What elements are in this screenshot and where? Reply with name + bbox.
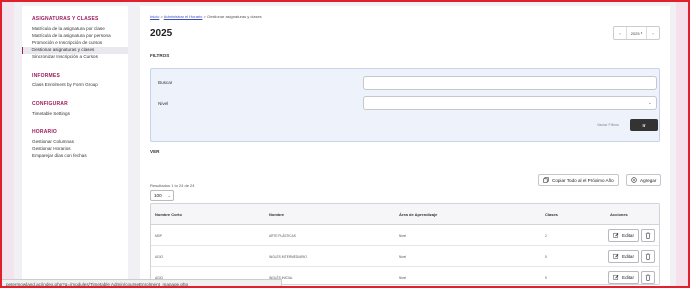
table-row: AGIO INGLÉS INTERMEDIARIO Nivel 5 Editar [151, 246, 659, 267]
sidebar-item-sincronizar[interactable]: Sincronizar Inscripción a Cursos [22, 54, 128, 61]
cell-name: INGLÉS INTERMEDIARIO [269, 255, 307, 259]
chevron-down-icon: ⌄ [647, 100, 652, 106]
trash-icon [645, 231, 651, 239]
sidebar-section-informes: INFORMES Class Enrolment by Form Group [22, 69, 128, 89]
copy-icon [543, 177, 549, 183]
edit-button[interactable]: Editar [608, 249, 640, 263]
table-row: MDP ARTE PLÁSTICAS Nivel 2 Editar [151, 225, 659, 246]
breadcrumb-separator: > [203, 14, 206, 19]
breadcrumb-current: Gestionar asignaturas y clases [206, 14, 262, 19]
pencil-icon [613, 253, 619, 259]
breadcrumb-separator: > [160, 14, 163, 19]
column-header-actions: Acciones [610, 212, 628, 217]
sidebar-item-gestionar-columnas[interactable]: Gestionar Columnas [22, 138, 128, 145]
view-heading: VER [150, 149, 160, 154]
cell-classes: 5 [545, 255, 547, 259]
sidebar-item-class-enrolment[interactable]: Class Enrolment by Form Group [22, 82, 128, 89]
status-bar-url: petermowland.ac/index.php?q=/modules/Tim… [2, 279, 282, 286]
add-label: Agregar [640, 177, 657, 183]
sidebar-heading: CONFIGURAR [32, 101, 68, 108]
sidebar-heading: ASIGNATURAS Y CLASES [32, 16, 99, 22]
browser-frame: ASIGNATURAS Y CLASES Matrícula de la asi… [0, 0, 690, 288]
cell-classes: 5 [545, 276, 547, 280]
page-background-right [676, 2, 688, 286]
results-count: Resultados 1 to 24 de 24 [150, 183, 195, 188]
sidebar-item-matricula-persona[interactable]: Matrícula de la asignatura por persona [22, 32, 128, 39]
breadcrumb-module-link[interactable]: Administrar el Horario [164, 14, 203, 19]
edit-button[interactable]: Editar [608, 228, 640, 242]
chevron-down-icon: ⌄ [167, 193, 171, 198]
sidebar-section-asignaturas: ASIGNATURAS Y CLASES Matrícula de la asi… [22, 12, 128, 61]
sidebar-section-configurar: CONFIGURAR Timetable Settings [22, 97, 128, 117]
sidebar-item-timetable-settings[interactable]: Timetable Settings [22, 110, 128, 117]
clear-filters-link[interactable]: Vaciar Filtros [597, 123, 619, 127]
courses-table: Nombre Corto Nombre Área de Aprendizaje … [150, 203, 660, 285]
column-header-learning-area[interactable]: Área de Aprendizaje [399, 212, 437, 217]
previous-year-button[interactable]: ‹ [614, 27, 626, 39]
cell-learning-area: Nivel [399, 255, 407, 259]
breadcrumb: Inicio > Administrar el Horario > Gestio… [150, 14, 262, 19]
filters-heading: FILTROS [150, 53, 170, 58]
edit-label: Editar [622, 274, 635, 280]
sidebar-item-matricula-clase[interactable]: Matrícula de la asignatura por clase [22, 25, 128, 32]
main-content: Inicio > Administrar el Horario > Gestio… [140, 6, 670, 286]
delete-button[interactable] [641, 228, 655, 242]
cell-short-name: AGIO [155, 255, 163, 259]
year-select[interactable]: 2025 ▾ [626, 27, 647, 39]
level-select[interactable]: ⌄ [363, 96, 657, 110]
trash-icon [645, 273, 651, 281]
search-label: Buscar [158, 80, 173, 85]
sidebar-item-emparejar-dias[interactable]: Emparejar días con fechas [22, 153, 128, 160]
copy-next-year-label: Copiar Todo al el Próximo Año [552, 177, 614, 183]
column-header-short-name[interactable]: Nombre Corto [155, 212, 182, 217]
cell-short-name: MDP [155, 234, 163, 238]
delete-button[interactable] [641, 270, 655, 284]
pencil-icon [613, 274, 619, 280]
plus-circle-icon [631, 177, 637, 183]
go-button[interactable]: Ir [630, 119, 658, 131]
year-select-value: 2025 [630, 30, 640, 36]
year-selector: ‹ 2025 ▾ › [613, 26, 660, 40]
page-size-value: 100 [154, 193, 162, 198]
sidebar-heading: INFORMES [32, 72, 60, 79]
cell-classes: 2 [545, 234, 547, 238]
copy-next-year-button[interactable]: Copiar Todo al el Próximo Año [538, 174, 619, 186]
edit-label: Editar [622, 232, 635, 238]
sidebar-item-promocion[interactable]: Promoción e Inscripción de cursos [22, 39, 128, 46]
sidebar-item-gestionar-horarios[interactable]: Gestionar Horarios [22, 146, 128, 153]
sidebar-item-gestionar-asignaturas[interactable]: Gestionar asignaturas y clases [22, 46, 128, 54]
sidebar-heading: HORARIO [32, 129, 58, 136]
filters-panel: Buscar Nivel ⌄ Vaciar Filtros Ir [150, 68, 660, 142]
edit-button[interactable]: Editar [608, 270, 640, 284]
search-input[interactable] [363, 76, 657, 90]
breadcrumb-home-link[interactable]: Inicio [150, 14, 159, 19]
column-header-name[interactable]: Nombre [269, 212, 284, 217]
cell-name: ARTE PLÁSTICAS [269, 234, 296, 238]
delete-button[interactable] [641, 249, 655, 263]
edit-label: Editar [622, 253, 635, 259]
cell-learning-area: Nivel [399, 276, 407, 280]
next-year-button[interactable]: › [647, 27, 659, 39]
sidebar-section-horario: HORARIO Gestionar Columnas Gestionar Hor… [22, 125, 128, 160]
page-background-left [2, 2, 14, 286]
level-label: Nivel [158, 101, 169, 106]
chevron-down-icon: ▾ [640, 31, 643, 35]
page-size-select[interactable]: 100 ⌄ [150, 190, 174, 201]
table-header: Nombre Corto Nombre Área de Aprendizaje … [151, 204, 659, 225]
add-button[interactable]: Agregar [626, 174, 662, 186]
trash-icon [645, 252, 651, 260]
pencil-icon [613, 232, 619, 238]
page-title: 2025 [150, 28, 173, 39]
column-header-classes[interactable]: Clases [545, 212, 558, 217]
cell-learning-area: Nivel [399, 234, 407, 238]
sidebar: ASIGNATURAS Y CLASES Matrícula de la asi… [22, 6, 128, 284]
